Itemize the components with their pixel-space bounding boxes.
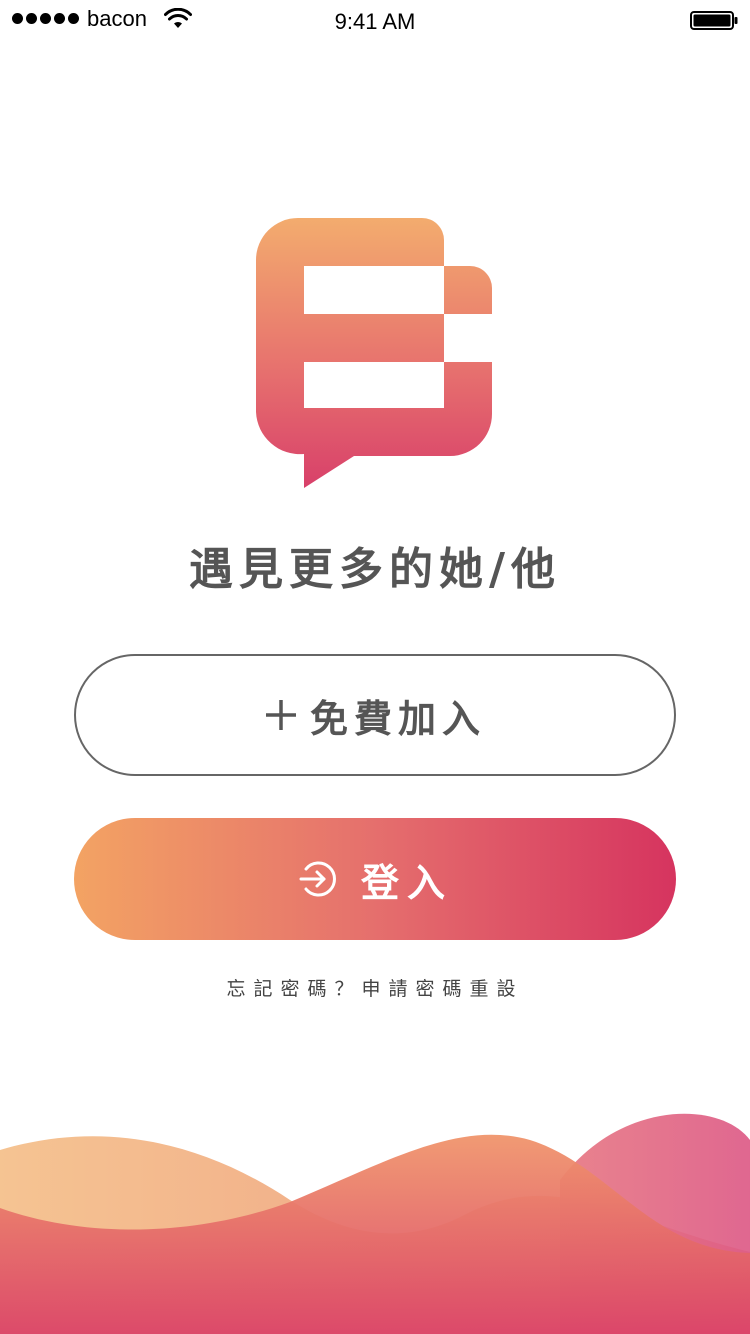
forgot-password-link[interactable]: 忘記密碼？申請密碼重設: [0, 974, 750, 1001]
tagline: 遇見更多的她/他: [188, 544, 562, 595]
join-button-label: 免費加入: [309, 696, 486, 741]
decorative-waves: [0, 1113, 750, 1334]
login-button-label: 登入: [360, 860, 453, 905]
plus-icon: [265, 700, 296, 730]
login-icon: [299, 861, 336, 897]
status-time: 9:41 AM: [334, 9, 416, 34]
join-button[interactable]: 免費加入: [74, 654, 676, 776]
login-button[interactable]: 登入: [74, 818, 676, 940]
login-screen: bacon 9:41 AM 遇見更多的她/他 免費加入 登入 忘記密碼？申請密碼…: [0, 0, 750, 1334]
status-bar: bacon 9:41 AM: [0, 0, 750, 40]
chat-bubble-logo: [256, 218, 492, 488]
battery-icon: [690, 11, 738, 30]
